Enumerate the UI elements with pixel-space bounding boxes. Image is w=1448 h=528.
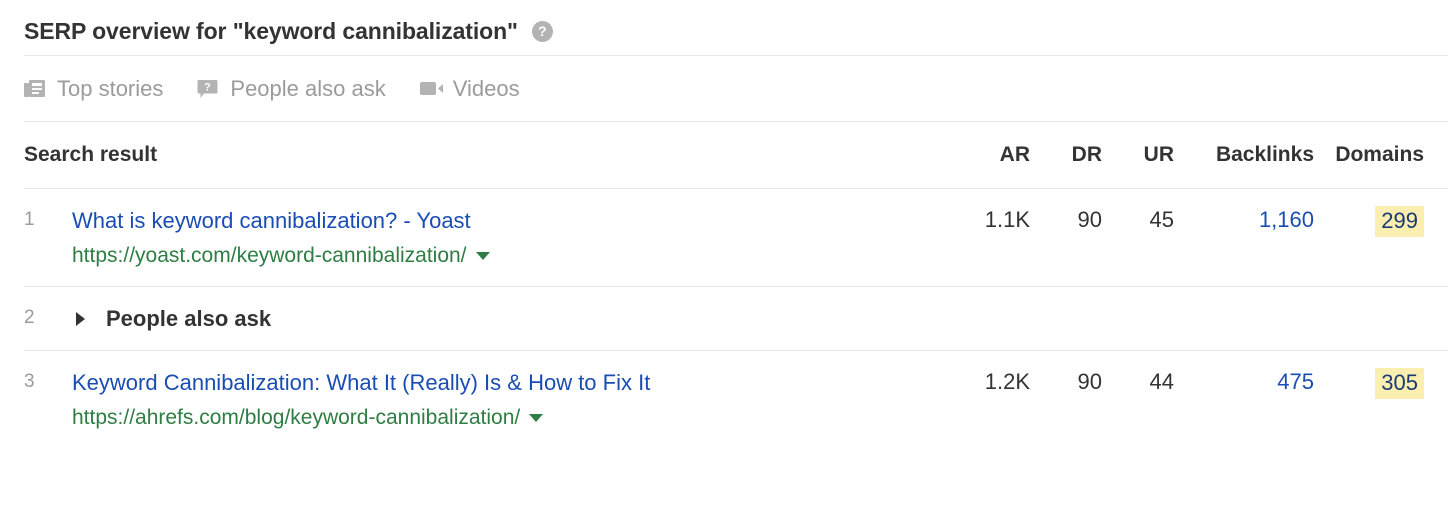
- metric-ar: 1.1K: [952, 206, 1030, 234]
- metric-backlinks: 1,160: [1174, 206, 1314, 234]
- result-url-link[interactable]: https://yoast.com/keyword-cannibalizatio…: [72, 242, 467, 270]
- metric-ur: 45: [1102, 206, 1174, 234]
- video-camera-icon: [420, 79, 442, 99]
- caret-down-icon[interactable]: [529, 414, 543, 422]
- result-cell: 3 Keyword Cannibalization: What It (Real…: [24, 368, 952, 432]
- table-row: 2 People also ask: [0, 287, 1448, 350]
- metric-backlinks: 475: [1174, 368, 1314, 396]
- serp-feature-label: Top stories: [57, 76, 163, 102]
- metric-ar: 1.2K: [952, 368, 1030, 396]
- panel-header: SERP overview for "keyword cannibalizati…: [0, 0, 1448, 36]
- table-row: 1 What is keyword cannibalization? - Yoa…: [0, 189, 1448, 286]
- result-title-link[interactable]: What is keyword cannibalization? - Yoast: [72, 206, 490, 236]
- result-url-link[interactable]: https://ahrefs.com/blog/keyword-cannibal…: [72, 404, 520, 432]
- svg-text:?: ?: [205, 81, 212, 93]
- table-header-row: Search result AR DR UR Backlinks Domains: [0, 122, 1448, 188]
- metric-backlinks-link[interactable]: 1,160: [1259, 207, 1314, 232]
- page-title: SERP overview for "keyword cannibalizati…: [24, 16, 518, 46]
- column-header-backlinks[interactable]: Backlinks: [1174, 141, 1314, 169]
- result-title-link[interactable]: Keyword Cannibalization: What It (Really…: [72, 368, 650, 398]
- serp-feature-label: People also ask: [230, 76, 385, 102]
- metric-dr: 90: [1030, 206, 1102, 234]
- column-header-dr[interactable]: DR: [1030, 141, 1102, 169]
- metric-domains: 299: [1314, 206, 1448, 237]
- newspaper-icon: [24, 79, 46, 99]
- column-header-ar[interactable]: AR: [952, 141, 1030, 169]
- column-header-search-result[interactable]: Search result: [24, 143, 952, 167]
- serp-feature-label: Videos: [453, 76, 520, 102]
- caret-down-icon[interactable]: [476, 252, 490, 260]
- column-header-domains[interactable]: Domains: [1314, 141, 1448, 169]
- metric-dr: 90: [1030, 368, 1102, 396]
- caret-right-icon[interactable]: [76, 312, 85, 326]
- serp-feature-people-also-ask[interactable]: ? People also ask: [197, 76, 385, 102]
- metric-domains: 305: [1314, 368, 1448, 399]
- table-row: 3 Keyword Cannibalization: What It (Real…: [0, 351, 1448, 448]
- result-position: 3: [24, 368, 72, 396]
- help-circle-icon[interactable]: ?: [532, 21, 553, 42]
- question-bubble-icon: ?: [197, 79, 219, 99]
- serp-feature-row-label[interactable]: People also ask: [106, 305, 271, 333]
- serp-features-bar: Top stories ? People also ask Videos: [0, 56, 1448, 121]
- result-cell: 1 What is keyword cannibalization? - Yoa…: [24, 206, 952, 270]
- metric-ur: 44: [1102, 368, 1174, 396]
- metric-domains-value[interactable]: 299: [1375, 206, 1424, 237]
- serp-feature-top-stories[interactable]: Top stories: [24, 76, 163, 102]
- serp-overview-panel: SERP overview for "keyword cannibalizati…: [0, 0, 1448, 528]
- result-position: 2: [24, 304, 72, 332]
- result-position: 1: [24, 206, 72, 234]
- serp-feature-videos[interactable]: Videos: [420, 76, 520, 102]
- serp-results-table: Search result AR DR UR Backlinks Domains…: [0, 122, 1448, 448]
- metric-backlinks-link[interactable]: 475: [1277, 369, 1314, 394]
- result-cell: 2 People also ask: [24, 304, 952, 334]
- metric-domains-value[interactable]: 305: [1375, 368, 1424, 399]
- column-header-ur[interactable]: UR: [1102, 141, 1174, 169]
